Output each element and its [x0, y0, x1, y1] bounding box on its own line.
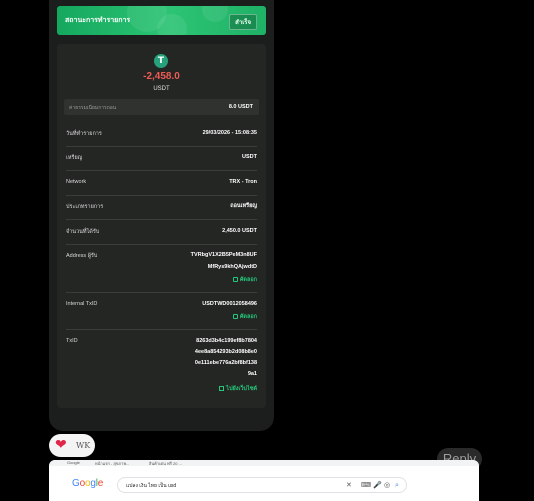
divider: [66, 219, 257, 220]
browser-screenshot: Google หน้าแรก - สุขภาพ... สินค้าเด่น ฟร…: [49, 460, 479, 501]
internal-txid-value: USDTWD0012058496: [202, 301, 257, 307]
phone-screenshot: สถานะการทำรายการ สำเร็จ T -2,458.0 USDT …: [49, 0, 274, 431]
search-input[interactable]: แปลง เงิน ไทย เป็น usd ✕ ⌨ 🎤 ◎ ⌕: [117, 477, 407, 493]
bookmarks-bar: Google หน้าแรก - สุขภาพ... สินค้าเด่น ฟร…: [49, 460, 479, 466]
row-label: ประเภทรายการ: [66, 204, 104, 210]
row-label: เหรียญ: [66, 155, 83, 161]
copy-icon: [232, 277, 238, 282]
reaction-chip[interactable]: ❤ WK: [49, 434, 95, 457]
open-explorer-link[interactable]: ไปยังเว็บไซต์: [219, 385, 257, 393]
bookmark-item[interactable]: สินค้าเด่น ฟรี 20 ...: [149, 460, 182, 467]
clear-icon[interactable]: ✕: [346, 481, 352, 490]
txid-line-2: 4ee8a854293b2d08b8e0: [194, 349, 257, 355]
google-logo[interactable]: Google: [72, 478, 103, 489]
copy-address-button[interactable]: คัดลอก: [232, 276, 257, 284]
divider: [66, 146, 257, 147]
transaction-detail-card: T -2,458.0 USDT ค่าธรรมเนียมการถอน 8.0 U…: [57, 44, 266, 408]
txid-line-4: 9a1: [247, 371, 257, 377]
reaction-count: WK: [76, 441, 91, 450]
heart-icon: ❤: [55, 437, 67, 453]
bookmark-item[interactable]: หน้าแรก - สุขภาพ...: [95, 460, 129, 467]
copy-label: คัดลอก: [239, 314, 257, 320]
lens-icon[interactable]: ◎: [384, 481, 390, 490]
status-title: สถานะการทำรายการ: [65, 17, 131, 24]
txid-line-1: 8263d3b4c199ef8b7804: [196, 338, 257, 344]
row-value: ถอนเหรียญ: [230, 203, 257, 209]
tether-coin-icon: T: [154, 54, 168, 68]
external-link-icon: [219, 386, 225, 391]
row-value: 2,450.0 USDT: [222, 228, 257, 234]
transaction-amount: -2,458.0: [143, 71, 180, 82]
copy-internal-txid-button[interactable]: คัดลอก: [232, 313, 257, 321]
explorer-link-label: ไปยังเว็บไซต์: [226, 386, 257, 392]
mic-icon[interactable]: 🎤: [373, 481, 382, 490]
divider: [66, 170, 257, 171]
fee-value: 8.0 USDT: [228, 104, 253, 110]
row-value: 29/03/2026 - 15:08:35: [202, 130, 257, 136]
txid-line-3: 0e111ebe776a2bf8bf138: [194, 360, 257, 366]
row-label: จำนวนที่ได้รับ: [66, 229, 100, 235]
status-badge: สำเร็จ: [229, 14, 257, 30]
bookmark-item[interactable]: Google: [67, 460, 80, 465]
fee-row: ค่าธรรมเนียมการถอน 8.0 USDT: [64, 99, 259, 115]
row-label: TxID: [66, 338, 78, 344]
search-query: แปลง เงิน ไทย เป็น usd: [126, 483, 177, 489]
divider: [66, 292, 257, 293]
copy-label: คัดลอก: [239, 277, 257, 283]
divider: [66, 329, 257, 330]
keyboard-icon[interactable]: ⌨: [361, 481, 371, 490]
search-icon[interactable]: ⌕: [395, 481, 399, 490]
row-label: Network: [66, 179, 87, 185]
row-value: TRX - Tron: [229, 179, 257, 185]
logo-letter: G: [72, 478, 80, 489]
logo-letter: e: [97, 478, 104, 489]
row-label: Address ผู้รับ: [66, 253, 98, 259]
divider: [66, 244, 257, 245]
screenshot-stage: สถานะการทำรายการ สำเร็จ T -2,458.0 USDT …: [0, 0, 534, 501]
fee-label: ค่าธรรมเนียมการถอน: [69, 105, 117, 111]
address-line-1: TVRbgV1X2B5PeM3n8UF: [190, 252, 257, 258]
row-label: Internal TxID: [66, 301, 98, 307]
status-banner: สถานะการทำรายการ สำเร็จ: [57, 6, 266, 35]
transaction-currency: USDT: [153, 86, 170, 92]
address-line-2: MfRys9khQAjwdtD: [207, 264, 257, 270]
copy-icon: [232, 314, 238, 319]
row-label: วันที่ทำรายการ: [66, 131, 102, 137]
divider: [66, 195, 257, 196]
row-value: USDT: [242, 154, 257, 160]
